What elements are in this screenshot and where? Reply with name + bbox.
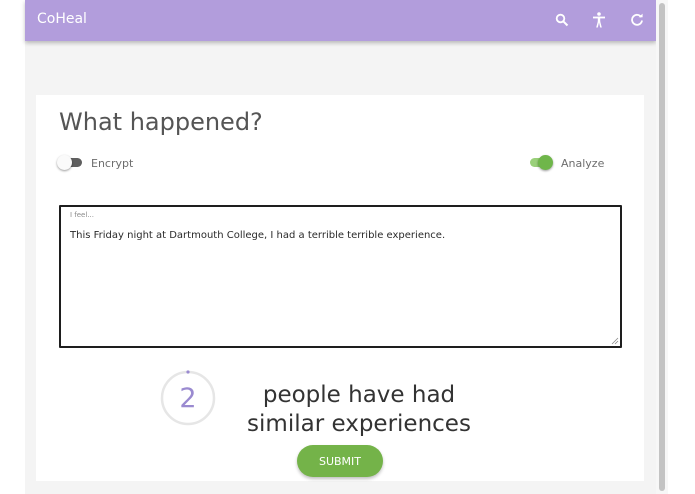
app-container: CoHeal What happened? Encrypt Analyze I … (25, 0, 656, 494)
submit-button[interactable]: SUBMIT (297, 445, 383, 477)
similar-count: 2 (179, 382, 197, 414)
encrypt-toggle[interactable]: Encrypt (57, 153, 133, 173)
analyze-switch[interactable] (527, 153, 553, 173)
similar-experiences-text: people have had similar experiences (247, 382, 471, 437)
switch-thumb[interactable] (538, 155, 553, 170)
textarea-value[interactable]: This Friday night at Dartmouth College, … (70, 230, 445, 241)
refresh-icon[interactable] (627, 10, 647, 30)
analyze-toggle[interactable]: Analyze (527, 153, 604, 173)
encrypt-switch[interactable] (57, 153, 83, 173)
brand-title[interactable]: CoHeal (37, 11, 87, 27)
page-title: What happened? (59, 108, 263, 136)
similar-count-ring: 2 (160, 370, 216, 426)
textarea-label: I feel... (70, 211, 94, 219)
analyze-label: Analyze (561, 156, 605, 170)
app-bar: CoHeal (25, 0, 656, 41)
feelings-textarea[interactable]: I feel... This Friday night at Dartmouth… (59, 205, 622, 348)
page-scrollbar[interactable] (656, 0, 668, 494)
accessibility-icon[interactable] (589, 10, 609, 30)
report-card: What happened? Encrypt Analyze I feel...… (36, 95, 644, 481)
search-icon[interactable] (552, 10, 572, 30)
encrypt-label: Encrypt (91, 156, 134, 170)
switch-thumb[interactable] (57, 155, 72, 170)
scrollbar-thumb[interactable] (659, 3, 665, 491)
resize-handle-icon[interactable] (611, 337, 619, 345)
